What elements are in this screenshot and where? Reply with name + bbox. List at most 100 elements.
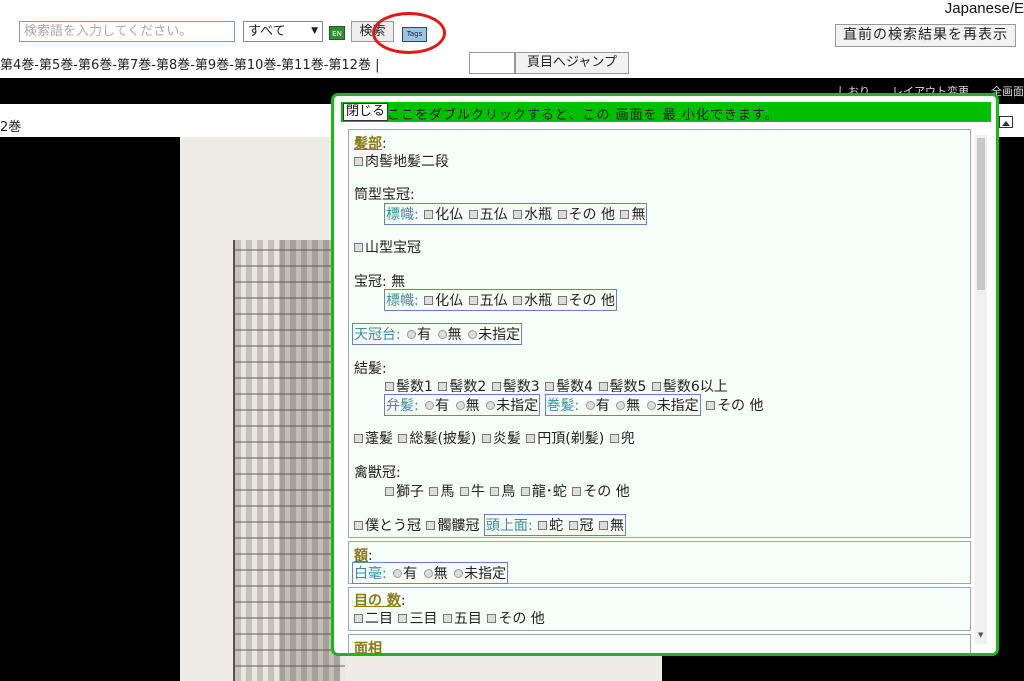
volume-link[interactable]: 第4巻 [0,58,34,73]
option-label: 未指定 [464,566,507,582]
checkbox[interactable] [354,614,363,623]
search-scope-select[interactable]: すべて ▼ [243,21,323,42]
checkbox[interactable] [438,382,448,391]
checkbox[interactable] [572,487,582,496]
radio[interactable] [437,330,447,339]
option-label: 髻数1 [396,379,433,395]
emblem-group: 標幟: 化仏 五仏 水瓶 その 他 無 [384,203,648,225]
radio[interactable] [616,401,626,410]
option-label: 肉髻地髪二段 [365,154,449,170]
panel-header[interactable]: 閉じる ここをダブルクリックすると、この 画面を 最 小化できます。 [341,102,991,123]
option-label: 二目 [365,611,393,627]
option-label: 龍･蛇 [531,484,567,500]
checkbox[interactable] [442,614,452,623]
close-button[interactable]: 閉じる [343,103,389,121]
checkbox[interactable] [491,382,501,391]
radio[interactable] [486,401,496,410]
radio[interactable] [423,569,433,578]
option-label: 髻数6以上 [662,379,728,395]
checkbox[interactable] [557,210,567,219]
image-icon[interactable] [999,116,1013,128]
hair-section: 髪部: 肉髻地髪二段 筒型宝冠: 標幟: 化仏 五仏 水瓶 その 他 無 山型宝… [348,129,971,538]
panel-scrollbar-thumb[interactable] [977,138,985,290]
radio[interactable] [455,401,465,410]
face-section-title[interactable]: 面相 [354,641,382,653]
search-input[interactable]: 検索語を入力してください。 [19,21,235,42]
checkbox[interactable] [459,487,469,496]
option-label: 化仏 [435,207,464,223]
tags-panel: 閉じる ここをダブルクリックすると、この 画面を 最 小化できます。 髪部: 肉… [331,93,999,656]
eyes-section: 目の 数: 二目 三目 五目 その 他 [348,587,971,631]
radio[interactable] [454,569,464,578]
radio[interactable] [393,569,403,578]
highlight-circle-annotation [372,12,446,54]
checkbox[interactable] [706,401,716,410]
checkbox[interactable] [481,434,491,443]
checkbox[interactable] [385,487,394,496]
volume-link[interactable]: 第12巻 [328,58,371,73]
checkbox[interactable] [398,434,408,443]
braid-group: 弁髪: 有 無 未指定 [384,394,541,416]
checkbox[interactable] [398,614,408,623]
checkbox[interactable] [609,434,619,443]
option-label: 無 [631,207,646,223]
checkbox[interactable] [468,210,478,219]
english-toggle-button[interactable]: EN [329,26,345,40]
checkbox[interactable] [490,487,500,496]
checkbox[interactable] [354,243,363,252]
checkbox[interactable] [513,210,523,219]
checkbox[interactable] [354,521,363,530]
checkbox[interactable] [620,210,630,219]
volume-link[interactable]: 第11巻 [281,58,324,73]
checkbox[interactable] [426,521,436,530]
checkbox[interactable] [513,296,523,305]
redisplay-results-button[interactable]: 直前の検索結果を再表示 [835,24,1016,47]
volume-link[interactable]: 第7巻 [117,58,151,73]
urna-group: 白毫: 有 無 未指定 [352,562,509,584]
checkbox[interactable] [598,521,608,530]
radio[interactable] [425,401,435,410]
checkbox[interactable] [538,521,548,530]
crown-base-group: 天冠台: 有 無 未指定 [352,323,523,345]
checkbox[interactable] [468,296,478,305]
checkbox[interactable] [354,434,363,443]
option-label: 未指定 [496,398,539,414]
option-label: 髻数4 [556,379,594,395]
checkbox[interactable] [557,296,567,305]
radio[interactable] [468,330,478,339]
checkbox[interactable] [354,157,363,166]
radio[interactable] [585,401,595,410]
checkbox[interactable] [385,382,394,391]
checkbox[interactable] [487,614,497,623]
checkbox[interactable] [568,521,578,530]
checkbox[interactable] [424,296,434,305]
checkbox[interactable] [651,382,661,391]
option-label: 山型宝冠 [365,240,421,256]
scroll-down-arrow-icon[interactable]: ▼ [978,631,983,639]
volume-link[interactable]: 第8巻 [156,58,190,73]
checkbox[interactable] [424,210,434,219]
option-label: 有 [595,398,610,414]
volume-link[interactable]: 第9巻 [195,58,229,73]
page-jump-button[interactable]: 頁目へジャンプ [515,52,629,74]
volume-link[interactable]: 第6巻 [78,58,112,73]
radio[interactable] [646,401,656,410]
checkbox[interactable] [520,487,530,496]
option-label: 鳥 [501,484,516,500]
volume-link[interactable]: 第5巻 [39,58,73,73]
option-label: 炎髪 [492,431,521,447]
checkbox[interactable] [598,382,608,391]
option-label: 冠 [579,518,594,534]
chevron-down-icon: ▼ [311,26,318,36]
language-toggle[interactable]: Japanese/E [945,0,1024,17]
page-number-input[interactable] [469,52,515,74]
checkbox[interactable] [545,382,555,391]
eyes-section-title[interactable]: 目の 数 [354,593,401,609]
checkbox[interactable] [526,434,536,443]
hair-section-title[interactable]: 髪部 [354,136,382,152]
volume-link[interactable]: 第10巻 [234,58,277,73]
emblem-group: 標幟: 化仏 五仏 水瓶 その 他 [384,289,617,311]
group-heading: 結髪: [354,361,387,377]
radio[interactable] [407,330,417,339]
checkbox[interactable] [429,487,439,496]
